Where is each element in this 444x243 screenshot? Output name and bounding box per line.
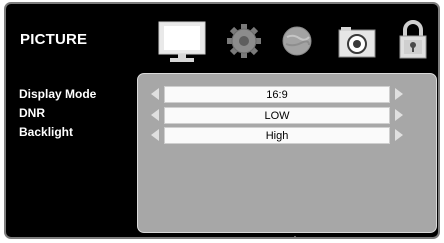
camera-icon[interactable] <box>338 25 376 59</box>
left-arrow-icon[interactable] <box>151 88 159 100</box>
left-arrow-icon[interactable] <box>151 109 159 121</box>
right-arrow-icon[interactable] <box>395 129 403 141</box>
label-dnr: DNR <box>19 106 45 120</box>
settings-labels: Display Mode DNR Backlight <box>19 85 96 142</box>
dnr-value[interactable]: LOW <box>164 107 390 124</box>
globe-icon[interactable] <box>281 25 313 57</box>
settings-panel: 16:9 LOW High <box>137 73 437 233</box>
backlight-selector[interactable]: High <box>146 127 408 144</box>
up-arrow-icon <box>288 236 302 237</box>
dnr-selector[interactable]: LOW <box>146 107 408 124</box>
label-backlight: Backlight <box>19 125 74 139</box>
gear-icon[interactable] <box>226 23 262 59</box>
right-arrow-icon[interactable] <box>395 88 403 100</box>
osd-menu: PICTURE Display Mode DNR Backlight 16:9 … <box>4 2 440 239</box>
backlight-value[interactable]: High <box>164 127 390 144</box>
left-arrow-icon[interactable] <box>151 129 159 141</box>
monitor-icon[interactable] <box>158 21 206 65</box>
lock-icon[interactable] <box>398 20 428 60</box>
right-arrow-icon[interactable] <box>395 109 403 121</box>
display-mode-value[interactable]: 16:9 <box>164 86 390 103</box>
menu-title: PICTURE <box>20 31 88 48</box>
label-display-mode: Display Mode <box>19 87 97 101</box>
display-mode-selector[interactable]: 16:9 <box>146 86 408 103</box>
